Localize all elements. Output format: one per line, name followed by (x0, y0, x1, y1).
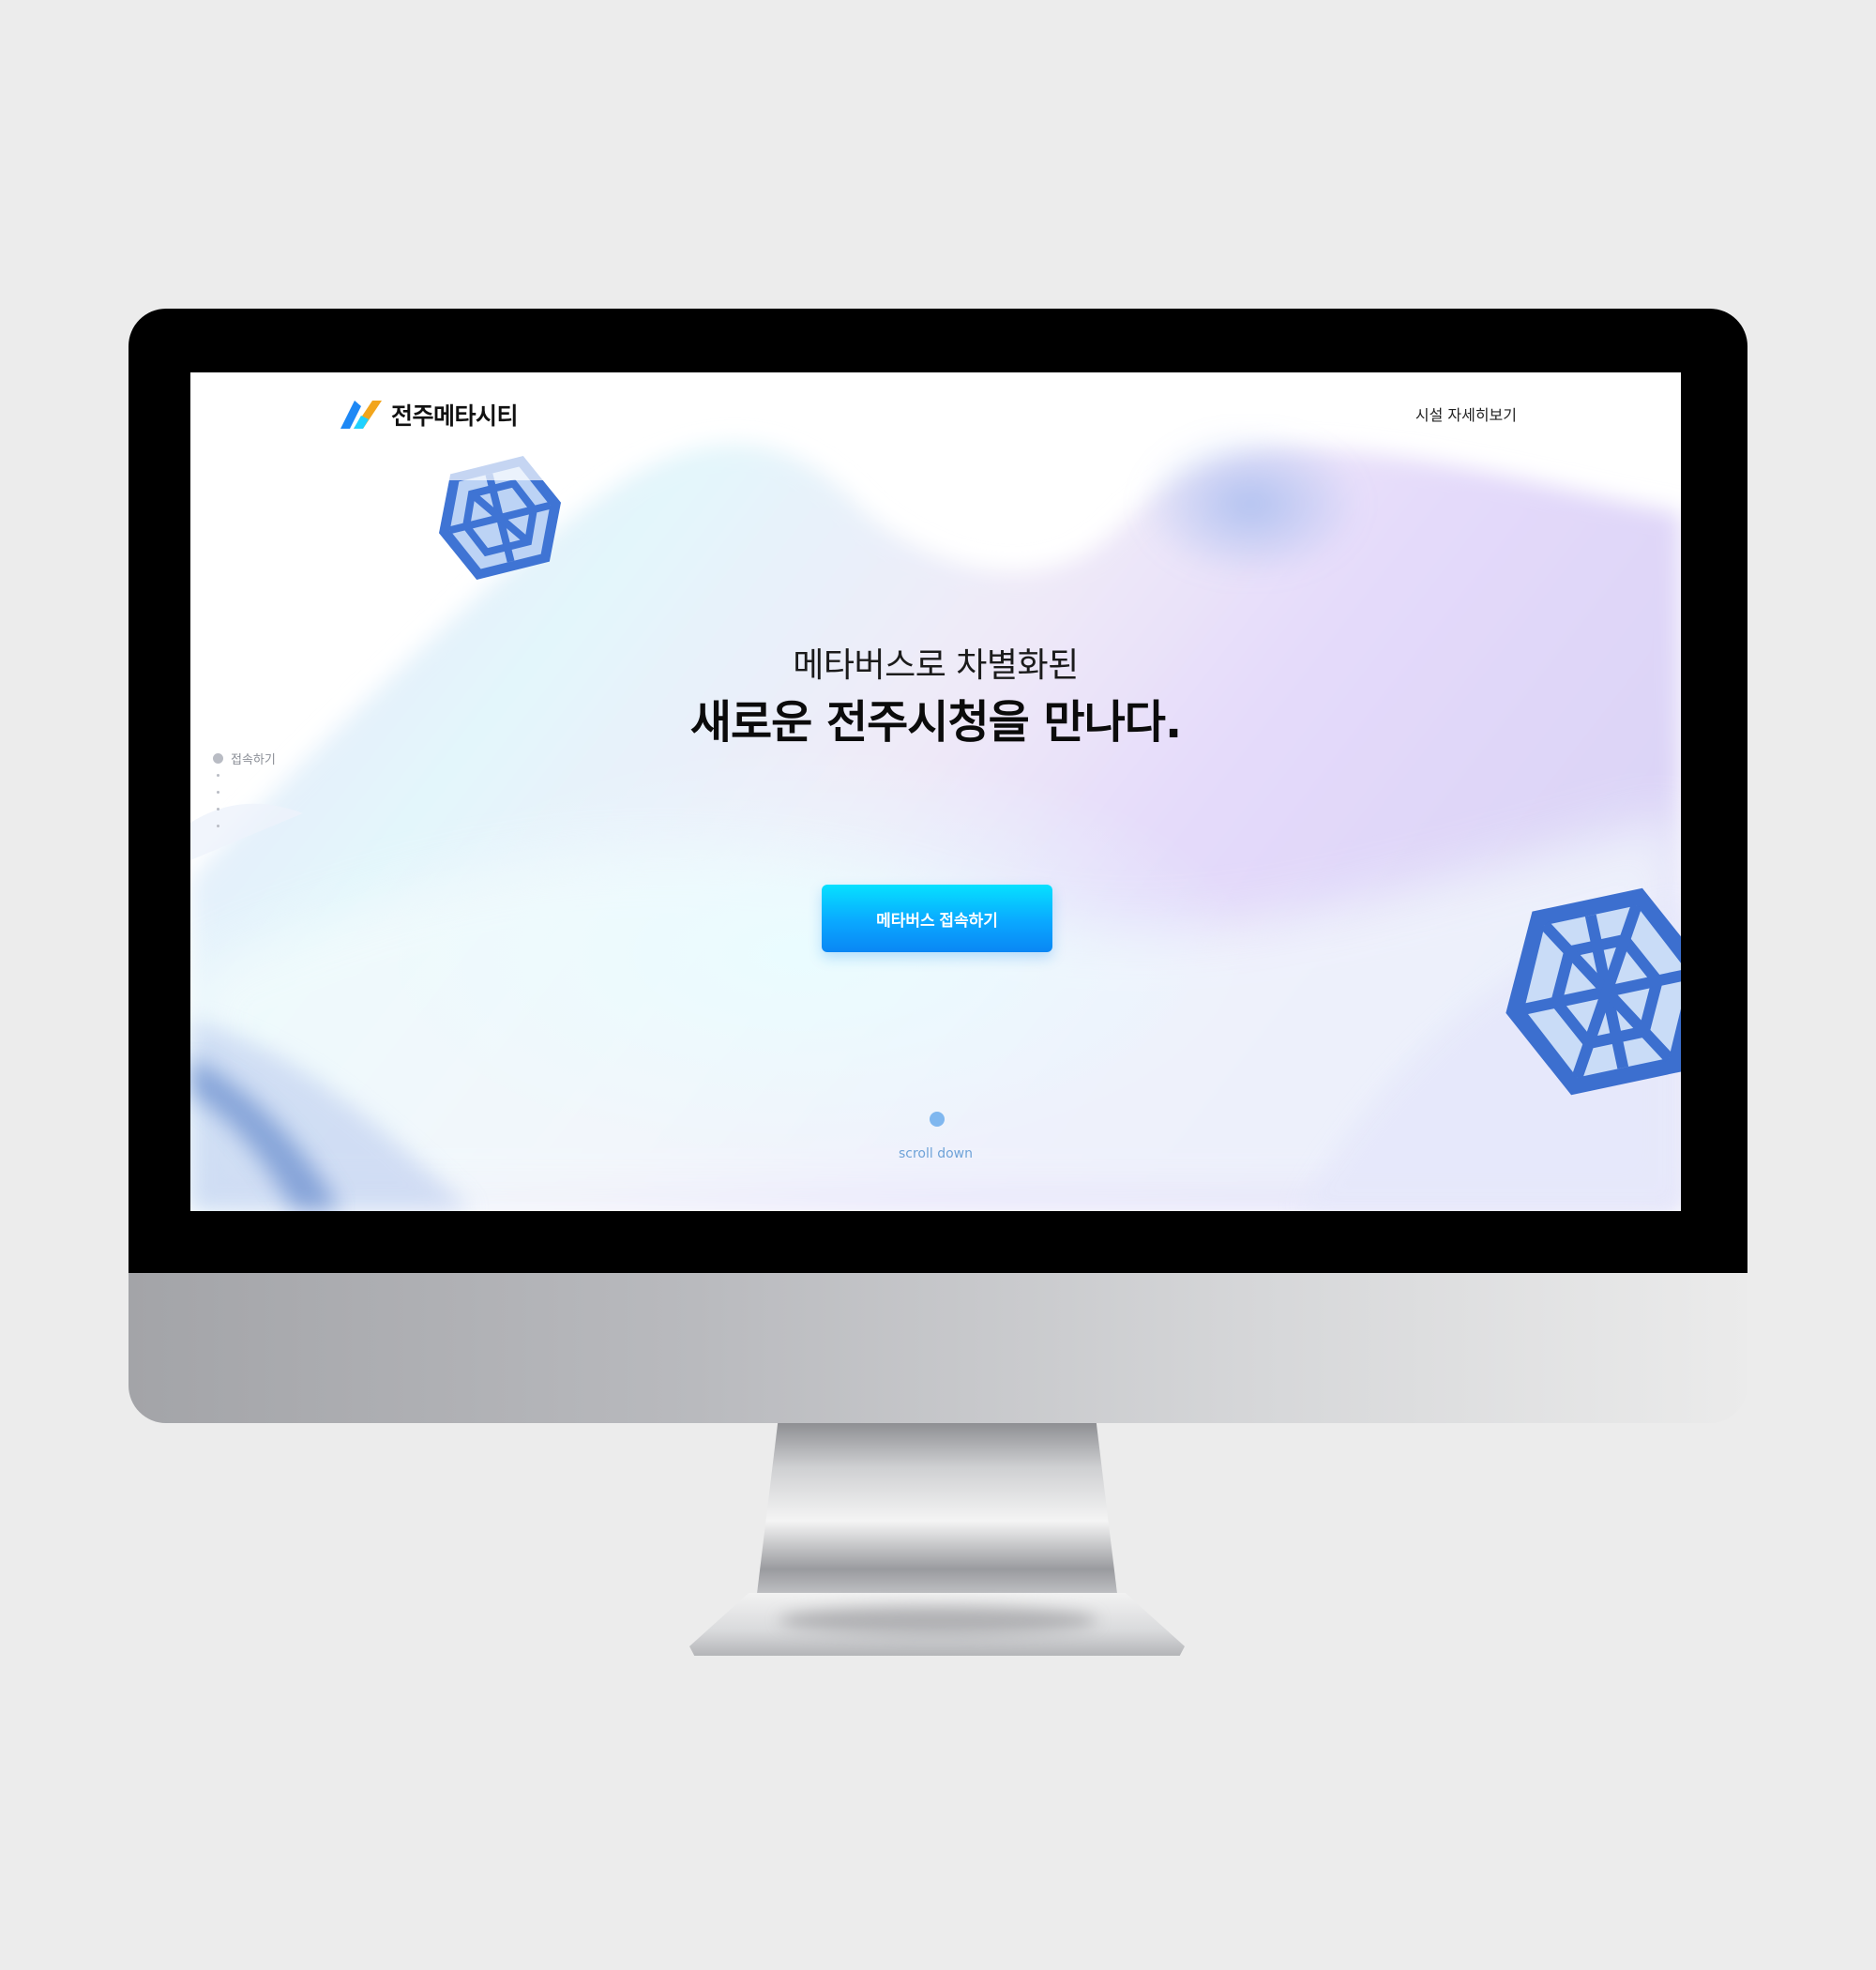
site-logo[interactable]: 전주메타시티 (340, 399, 519, 431)
scroll-down-label[interactable]: scroll down (190, 1146, 1681, 1161)
side-section-nav: 접속하기 (213, 750, 276, 834)
hero-subtitle: 메타버스로 차별화된 (793, 646, 1079, 685)
monitor-stand-neck (756, 1423, 1118, 1601)
hero-gradient-background (190, 429, 1681, 1211)
side-nav-item[interactable] (213, 766, 276, 783)
side-nav-item-connect[interactable]: 접속하기 (213, 750, 276, 767)
side-nav-item[interactable] (213, 800, 276, 817)
logo-text: 전주메타시티 (391, 403, 519, 430)
scroll-indicator-dot (930, 1112, 945, 1127)
hexagon-lattice-icon (430, 452, 570, 580)
website-screen: 전주메타시티 시설 자세히보기 접속하기 메타버스로 차별화된 새로운 전주시청… (190, 372, 1681, 1211)
side-nav-item[interactable] (213, 783, 276, 800)
monitor-chin (129, 1273, 1747, 1423)
logo-mark-icon (340, 401, 382, 429)
site-header: 전주메타시티 시설 자세히보기 (190, 372, 1681, 457)
hexagon-lattice-icon (1505, 887, 1681, 1096)
side-nav-item[interactable] (213, 817, 276, 834)
side-nav-dot (217, 790, 219, 794)
monitor-stand-shadow (779, 1606, 1097, 1634)
facility-details-link[interactable]: 시설 자세히보기 (1415, 402, 1517, 425)
hero-title: 새로운 전주시청을 만나다. (689, 696, 1182, 749)
side-nav-active-dot (213, 752, 223, 764)
side-nav-dot (217, 807, 219, 811)
side-nav-dot (217, 773, 219, 777)
side-nav-label: 접속하기 (231, 752, 276, 767)
metaverse-connect-button[interactable]: 메타버스 접속하기 (822, 885, 1052, 952)
side-nav-dot (217, 824, 219, 827)
